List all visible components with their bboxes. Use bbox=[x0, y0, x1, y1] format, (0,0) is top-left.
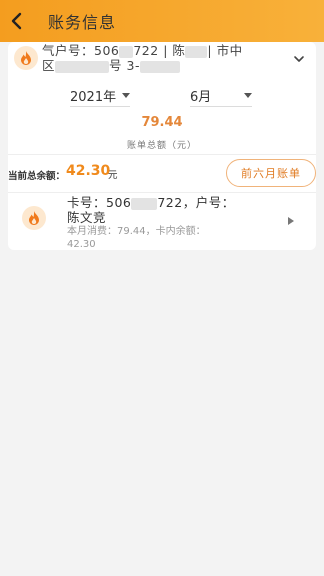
date-filters: 2021年 6月 bbox=[8, 84, 316, 108]
card-holder-name: 陈文竞 bbox=[67, 210, 107, 225]
bill-total-label: 账单总额（元） bbox=[126, 141, 197, 151]
balance-unit: 元 bbox=[108, 170, 118, 181]
masked-text bbox=[185, 45, 208, 58]
divider bbox=[8, 192, 316, 193]
back-button[interactable] bbox=[0, 0, 34, 42]
balance-row: 当前总余额： 42.30 元 前六月账单 bbox=[8, 159, 316, 189]
masked-text bbox=[55, 60, 110, 73]
play-arrow-icon bbox=[288, 217, 294, 225]
balance-label: 当前总余额： bbox=[8, 171, 66, 182]
account-number-prefix: 气户号：506 bbox=[42, 43, 120, 58]
page-title: 账务信息 bbox=[48, 13, 117, 32]
year-select[interactable]: 2021年 bbox=[70, 84, 130, 107]
card-number-prefix: 卡号：506 bbox=[67, 195, 132, 210]
card-usage: 本月消费：79.44，卡内余额： bbox=[67, 226, 206, 237]
caret-down-icon bbox=[122, 93, 130, 98]
card-number-suffix: 722，户号： bbox=[157, 195, 235, 210]
account-address-suffix: 号 3- bbox=[109, 58, 140, 73]
bill-total-amount: 79.44 bbox=[141, 115, 183, 130]
header-bar: 账务信息 bbox=[0, 0, 324, 42]
account-card: 气户号：506 722 | 陈 | 市中 区号 3- 2021年 6月 79.44 … bbox=[8, 42, 316, 250]
account-selector[interactable]: 气户号：506 722 | 陈 | 市中 区 号 3- bbox=[8, 42, 316, 78]
masked-text bbox=[131, 197, 158, 210]
account-info: 气户号：506 722 | 陈 | 市中 区 号 3- bbox=[42, 43, 290, 73]
caret-down-icon bbox=[244, 93, 252, 98]
month-value: 6月 bbox=[190, 89, 212, 105]
divider bbox=[8, 154, 316, 155]
account-number-suffix: 722 | 陈 bbox=[133, 43, 186, 58]
masked-text bbox=[119, 45, 134, 58]
account-district: | 市中 bbox=[207, 43, 243, 58]
card-list-item[interactable]: 卡号：506 722，户号： 陈文竞 本月消费：79.44，卡内余额： 42.30 bbox=[8, 195, 316, 250]
account-address-prefix: 区 bbox=[42, 58, 56, 73]
flame-icon bbox=[21, 51, 31, 65]
masked-text bbox=[139, 60, 180, 73]
card-balance: 42.30 bbox=[67, 239, 96, 250]
chevron-down-icon[interactable] bbox=[292, 52, 306, 66]
flame-icon-badge bbox=[22, 206, 46, 230]
flame-icon bbox=[29, 211, 39, 225]
back-arrow-icon bbox=[11, 12, 22, 30]
year-value: 2021年 bbox=[70, 89, 117, 105]
month-select[interactable]: 6月 bbox=[190, 84, 252, 107]
six-month-bills-button[interactable]: 前六月账单 bbox=[226, 159, 316, 187]
balance-value: 42.30 bbox=[66, 163, 111, 179]
flame-icon-badge bbox=[14, 46, 38, 70]
card-info: 卡号：506 722，户号： 陈文竞 本月消费：79.44，卡内余额： 42.30 bbox=[67, 195, 287, 251]
